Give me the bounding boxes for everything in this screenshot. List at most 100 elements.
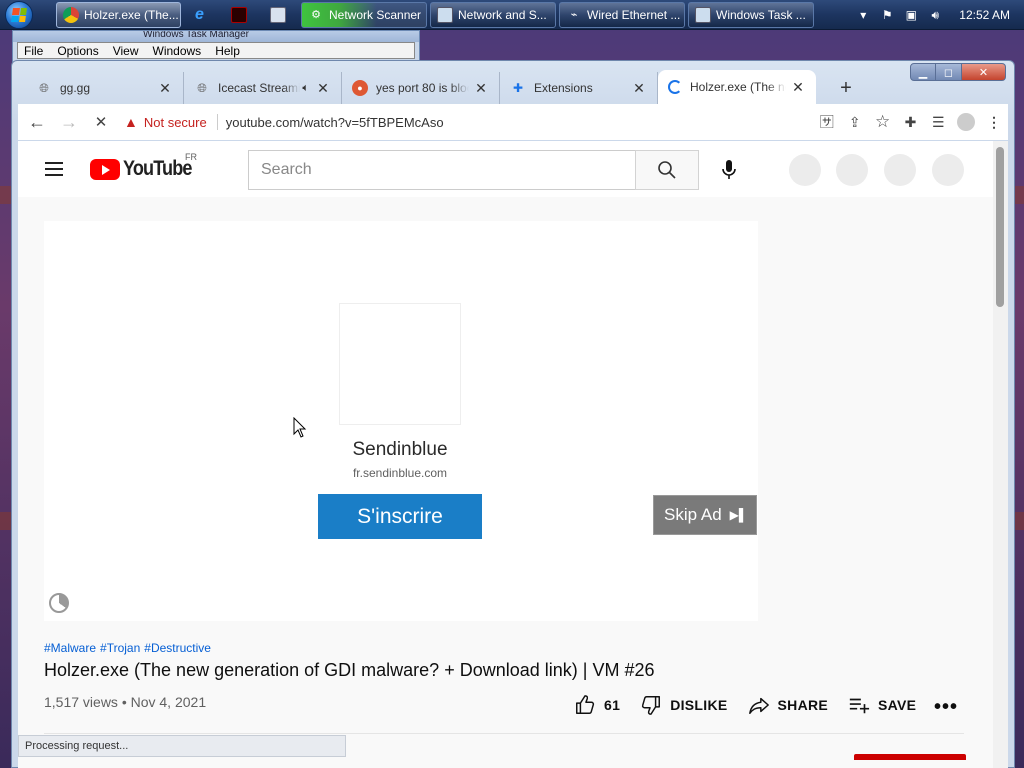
menu-view[interactable]: View (113, 44, 139, 58)
youtube-logo[interactable]: YouTube FR (90, 152, 203, 181)
translate-button[interactable]: 🈂︎ (813, 108, 841, 136)
dislike-label: DISLIKE (670, 697, 728, 713)
guide-menu-button[interactable] (42, 157, 66, 181)
ie-icon: e (195, 5, 204, 23)
webpage: YouTube FR Search Sendinblue fr.sendinbl… (18, 141, 1008, 768)
page-scrollbar[interactable] (993, 141, 1008, 768)
voice-search-button[interactable] (712, 153, 746, 187)
taskbar-button-terminal[interactable] (223, 2, 259, 28)
bookmark-button[interactable]: ☆ (869, 108, 897, 136)
menu-file[interactable]: File (24, 44, 43, 58)
hashtag-link[interactable]: #Trojan (100, 641, 140, 655)
tab-close-button[interactable]: ✕ (790, 79, 806, 96)
tab-duckduckgo[interactable]: ● yes port 80 is blocked ✕ (342, 72, 500, 104)
forward-button[interactable]: → (56, 108, 82, 136)
taskbar-button-label: Network and S... (458, 7, 547, 22)
profile-button[interactable] (952, 108, 980, 136)
windows-logo-icon (5, 0, 33, 29)
ad-cta-button[interactable]: S'inscrire (318, 494, 482, 539)
more-actions-button[interactable]: ••• (934, 696, 958, 719)
network-status-icon[interactable]: ▣ (903, 7, 919, 23)
thumbs-up-icon (576, 695, 595, 714)
skip-ad-label: Skip Ad (664, 505, 722, 524)
close-window-button[interactable]: ✕ (962, 63, 1006, 81)
like-button[interactable]: 61 (574, 694, 620, 716)
url-text[interactable]: youtube.com/watch?v=5fTBPEMcAso (226, 115, 444, 130)
network-scanner-icon: ⚙ (311, 9, 321, 21)
ad-domain[interactable]: fr.sendinblue.com (294, 466, 506, 480)
header-placeholder-button[interactable] (789, 154, 821, 186)
taskbar-button-network-sharing[interactable]: Network and S... (430, 1, 556, 28)
dislike-button[interactable]: DISLIKE (640, 694, 727, 716)
tab-close-button[interactable]: ✕ (631, 80, 647, 97)
menu-windows[interactable]: Windows (153, 44, 202, 58)
show-hidden-icons-button[interactable]: ▾ (855, 7, 871, 23)
taskbar-button-network-app[interactable] (262, 2, 298, 28)
share-label: SHARE (777, 697, 829, 713)
address-bar[interactable]: ▲ Not secure youtube.com/watch?v=5fTBPEM… (122, 108, 813, 136)
ad-logo-card[interactable] (339, 303, 461, 425)
tab-icecast[interactable]: 🌐︎ Icecast Streaming 🔈︎ ✕ (184, 72, 342, 104)
save-label: SAVE (878, 697, 917, 713)
tab-holzer-active[interactable]: Holzer.exe (The new ✕ (658, 70, 816, 104)
tab-close-button[interactable]: ✕ (157, 80, 173, 97)
network-app-icon (269, 6, 286, 23)
tab-gg-gg[interactable]: 🌐︎ gg.gg ✕ (26, 72, 184, 104)
start-button[interactable] (0, 0, 38, 30)
arrow-left-icon: ← (28, 111, 46, 132)
taskbar-clock[interactable]: 12:52 AM (959, 8, 1010, 22)
hashtag-link[interactable]: #Destructive (144, 641, 211, 655)
warning-triangle-icon: ▲ (124, 114, 138, 130)
chrome-menu-button[interactable]: ⋮ (980, 108, 1008, 136)
volume-icon[interactable]: 🔊︎ (927, 7, 943, 23)
back-button[interactable]: ← (24, 108, 50, 136)
scrollbar-thumb[interactable] (996, 147, 1004, 307)
menu-help[interactable]: Help (215, 44, 240, 58)
search-button[interactable] (635, 150, 699, 190)
ethernet-icon: ⌁ (570, 9, 578, 21)
share-arrow-icon (748, 697, 769, 714)
subscribe-button[interactable] (854, 754, 966, 760)
youtube-wordmark: YouTube (123, 157, 192, 180)
bg-window-menubar: File Options View Windows Help (17, 42, 415, 59)
taskbar-button-task-manager[interactable]: Windows Task ... (688, 1, 814, 28)
action-center-flag-icon[interactable]: ⚑ (879, 7, 895, 23)
reading-list-button[interactable]: ☰ (924, 108, 952, 136)
youtube-play-icon (90, 158, 120, 180)
tab-close-button[interactable]: ✕ (473, 80, 489, 97)
header-placeholder-button[interactable] (884, 154, 916, 186)
save-button[interactable]: SAVE (848, 694, 916, 716)
search-input[interactable]: Search (248, 150, 636, 190)
like-count: 61 (604, 697, 621, 713)
tab-close-button[interactable]: ✕ (315, 80, 331, 97)
menu-options[interactable]: Options (57, 44, 98, 58)
tab-extensions[interactable]: ✚ Extensions ✕ (500, 72, 658, 104)
globe-icon: 🌐︎ (39, 80, 49, 95)
hashtag-link[interactable]: #Malware (44, 641, 96, 655)
minimize-button[interactable]: ▁ (910, 63, 936, 81)
maximize-button[interactable]: ◻ (936, 63, 962, 81)
close-icon: ✕ (94, 114, 108, 131)
new-tab-button[interactable]: + (834, 76, 858, 100)
stop-loading-button[interactable]: ✕ (88, 108, 114, 136)
share-page-button[interactable]: ⇪ (841, 108, 869, 136)
extensions-button[interactable]: ✚ (897, 108, 925, 136)
skip-ad-button[interactable]: Skip Ad ▶▌ (653, 495, 757, 535)
taskbar-button-network-scanner[interactable]: ⚙ Network Scanner (301, 1, 427, 28)
country-code: FR (185, 152, 197, 162)
tab-label: Icecast Streaming (218, 81, 301, 95)
security-chip[interactable]: Not secure (144, 115, 207, 130)
omnibox-divider (216, 114, 218, 130)
header-placeholder-button[interactable] (932, 154, 964, 186)
taskbar-button-chrome[interactable]: Holzer.exe (The... (56, 1, 181, 28)
ad-advertiser-name[interactable]: Sendinblue (294, 439, 506, 461)
video-player[interactable]: Sendinblue fr.sendinblue.com S'inscrire … (44, 221, 758, 621)
tab-label: yes port 80 is blocked (376, 81, 469, 95)
tab-label: Holzer.exe (The new (690, 80, 786, 94)
taskbar-button-ethernet[interactable]: ⌁ Wired Ethernet ... (559, 1, 685, 28)
tab-audio-icon[interactable]: 🔈︎ (302, 82, 309, 95)
header-placeholder-button[interactable] (836, 154, 868, 186)
background-task-manager-window[interactable]: Windows Task Manager File Options View W… (12, 30, 420, 64)
taskbar-button-ie[interactable]: e (184, 2, 220, 28)
share-button[interactable]: SHARE (748, 694, 829, 716)
